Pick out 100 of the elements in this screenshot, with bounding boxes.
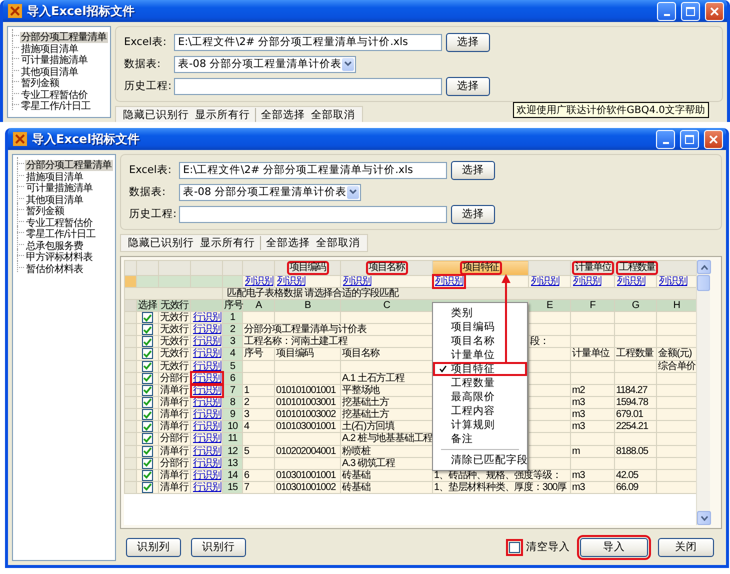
row-checkbox[interactable] (142, 482, 153, 493)
column-link[interactable]: 列识别 (244, 276, 274, 287)
menu-item[interactable]: 项目名称 (433, 334, 527, 348)
column-link[interactable]: 列识别 (530, 276, 560, 287)
select-button[interactable]: 选择 (451, 160, 495, 180)
tree-item[interactable]: 分部分项工程量清单 (25, 160, 112, 171)
minimize-button[interactable] (656, 130, 675, 148)
menu-item[interactable]: 备注 (433, 432, 527, 446)
row-link[interactable]: 行识别 (192, 482, 222, 494)
column-link[interactable]: 列识别 (572, 276, 602, 287)
column-link[interactable]: 列识别 (616, 276, 646, 287)
tree-item[interactable]: 可计量措施清单 (25, 183, 94, 194)
history-field[interactable] (179, 206, 447, 222)
footer-button[interactable]: 识别列 (126, 538, 181, 556)
table-cell: m3 (570, 396, 614, 409)
toolbar-button[interactable]: 全部取消 (314, 236, 362, 250)
select-button[interactable]: 选择 (446, 32, 490, 52)
column-link[interactable]: 列识别 (658, 276, 688, 287)
tree-item[interactable]: 暂列金额 (25, 206, 65, 217)
row-link[interactable]: 行识别 (192, 360, 222, 372)
row-link[interactable]: 行识别 (192, 409, 222, 420)
select-button[interactable]: 选择 (446, 76, 490, 96)
row-link[interactable]: 行识别 (192, 372, 222, 384)
history-field[interactable] (174, 78, 442, 94)
tree-item[interactable]: 甲方评标材料表 (25, 252, 94, 263)
close-button[interactable] (705, 2, 724, 20)
maximize-button[interactable] (680, 130, 699, 148)
row-checkbox[interactable] (142, 421, 153, 432)
menu-item[interactable]: 项目编码 (433, 320, 527, 334)
tree-item[interactable]: 措施项目清单 (25, 172, 84, 182)
row-checkbox[interactable] (142, 312, 153, 323)
tree-item[interactable]: 专业工程暂估价 (25, 218, 94, 228)
footer-button[interactable]: 识别行 (191, 538, 246, 556)
row-link[interactable]: 行识别 (192, 433, 222, 444)
sheet-dropdown[interactable]: 表-08 分部分项工程量清单计价表 (174, 56, 356, 72)
tree-item[interactable]: 专业工程暂估价 (20, 90, 88, 100)
tree-item[interactable]: 暂估价材料表 (25, 264, 84, 274)
row-checkbox[interactable] (142, 458, 153, 469)
scroll-thumb[interactable] (697, 275, 710, 291)
row-link[interactable]: 行识别 (192, 324, 222, 336)
column-link[interactable]: 列识别 (342, 276, 372, 287)
tree-item[interactable]: 总承包服务费 (25, 240, 84, 252)
excel-path-field[interactable]: E:\工程文件\2# 分部分项工程量清单与计价.xls (174, 34, 442, 50)
clear-import-checkbox[interactable] (509, 542, 520, 552)
tree-item[interactable]: 零星工作/计日工 (20, 101, 92, 112)
column-link[interactable]: 列识别 (434, 276, 464, 287)
scroll-up-button[interactable] (697, 260, 711, 274)
menu-item[interactable]: 计算规则 (433, 418, 527, 432)
select-button[interactable]: 选择 (451, 204, 495, 224)
tree-item[interactable]: 其他项目清单 (20, 66, 79, 78)
tree-item[interactable]: 零星工作/计日工 (25, 229, 96, 240)
row-checkbox[interactable] (142, 446, 153, 457)
row-link[interactable]: 行识别 (192, 421, 222, 432)
tree-item[interactable]: 暂列金额 (20, 78, 60, 89)
tree-item[interactable]: 措施项目清单 (20, 44, 79, 54)
toolbar-button[interactable]: 全部选择 (264, 236, 312, 250)
column-link[interactable]: 列识别 (276, 276, 306, 287)
menu-item[interactable]: 清除已匹配字段 (433, 453, 527, 467)
excel-path-field[interactable]: E:\工程文件\2# 分部分项工程量清单与计价.xls (179, 162, 447, 178)
toolbar-button[interactable]: 隐藏已识别行 (126, 236, 196, 250)
scrollbar[interactable] (696, 260, 710, 525)
close-button[interactable] (704, 130, 723, 148)
toolbar-button[interactable]: 全部选择 (259, 108, 307, 122)
row-checkbox[interactable] (142, 336, 153, 348)
menu-item[interactable]: 项目特征 (433, 362, 527, 376)
toolbar-button[interactable]: 显示所有行 (198, 236, 257, 250)
row-checkbox[interactable] (142, 348, 153, 360)
menu-item[interactable]: 类别 (433, 306, 527, 320)
row-checkbox[interactable] (142, 433, 153, 444)
row-checkbox[interactable] (142, 409, 153, 420)
sheet-dropdown[interactable]: 表-08 分部分项工程量清单计价表 (179, 184, 361, 200)
row-link[interactable]: 行识别 (192, 458, 222, 469)
row-checkbox[interactable] (142, 360, 153, 372)
table-cell (528, 324, 570, 336)
scroll-down-button[interactable] (697, 511, 711, 525)
toolbar-button[interactable]: 隐藏已识别行 (121, 108, 191, 122)
toolbar-button[interactable]: 显示所有行 (193, 108, 252, 122)
table-cell: 砖基础 (340, 469, 432, 482)
row-checkbox[interactable] (142, 384, 153, 396)
row-checkbox[interactable] (142, 372, 153, 384)
row-link[interactable]: 行识别 (192, 446, 222, 457)
menu-item[interactable]: 计量单位 (433, 348, 527, 362)
row-checkbox[interactable] (142, 396, 153, 408)
row-link[interactable]: 行识别 (192, 336, 222, 348)
tree-item[interactable]: 可计量措施清单 (20, 55, 88, 66)
row-link[interactable]: 行识别 (192, 312, 222, 324)
tree-item[interactable]: 分部分项工程量清单 (20, 32, 108, 43)
row-checkbox[interactable] (142, 470, 153, 481)
toolbar-button[interactable]: 全部取消 (309, 108, 357, 122)
close-button[interactable]: 关闭 (658, 538, 714, 556)
tree-item[interactable]: 其他项目清单 (25, 194, 84, 206)
row-link[interactable]: 行识别 (192, 348, 222, 360)
menu-item[interactable]: 工程内容 (433, 404, 527, 418)
maximize-button[interactable] (681, 2, 700, 20)
menu-item[interactable]: 工程数量 (433, 376, 527, 390)
minimize-button[interactable] (657, 2, 676, 20)
row-checkbox[interactable] (142, 324, 153, 336)
row-link[interactable]: 行识别 (192, 470, 222, 481)
table-cell: 010101001001 (274, 384, 340, 396)
menu-item[interactable]: 最高限价 (433, 390, 527, 404)
